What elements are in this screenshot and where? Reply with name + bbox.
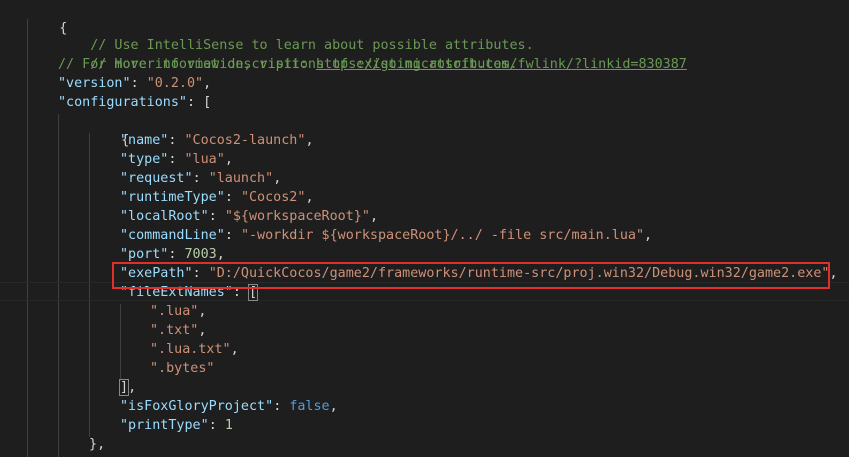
code-line[interactable]: "printType": 1 — [120, 416, 233, 435]
comma: , — [644, 228, 653, 243]
json-key: "configurations" — [58, 95, 187, 110]
json-string-value: "${workspaceRoot}" — [224, 209, 370, 224]
exe-path-highlight-box — [112, 262, 830, 289]
comment-link[interactable]: https://go.microsoft.com/fwlink/?linkid=… — [316, 57, 687, 72]
json-string-value: ".lua" — [150, 304, 199, 319]
code-line[interactable]: ], — [118, 378, 137, 397]
colon: : — [130, 76, 147, 91]
code-line[interactable]: { — [89, 112, 129, 148]
code-line[interactable]: "configurations": [ — [58, 93, 211, 112]
comma: , — [97, 437, 106, 452]
object-close-brace: } — [89, 437, 98, 452]
json-string-value: "launch" — [208, 171, 274, 186]
code-line[interactable]: "commandLine": "-workdir ${workspaceRoot… — [120, 226, 652, 245]
json-key: "isFoxGloryProject" — [120, 399, 274, 414]
code-editor[interactable]: { // Use IntelliSense to learn about pos… — [0, 0, 849, 457]
comma: , — [305, 190, 314, 205]
code-line[interactable]: "request": "launch", — [120, 169, 281, 188]
json-key: "runtimeType" — [120, 190, 225, 205]
close-bracket: ] — [118, 379, 130, 396]
json-string-value: "lua" — [184, 152, 225, 167]
code-line[interactable]: // Use IntelliSense to learn about possi… — [58, 17, 533, 53]
code-line[interactable]: "type": "lua", — [120, 150, 233, 169]
json-string-value: ".lua.txt" — [150, 342, 231, 357]
json-number-value: 7003 — [184, 247, 217, 262]
json-string-value: ".bytes" — [150, 361, 215, 376]
code-line[interactable]: ".lua.txt", — [150, 340, 239, 359]
code-line[interactable]: // Hover to view descriptions of existin… — [58, 36, 517, 72]
json-key: "type" — [120, 152, 169, 167]
comma: , — [198, 304, 207, 319]
json-key: "port" — [120, 247, 169, 262]
colon: : — [187, 95, 204, 110]
code-line[interactable]: "version": "0.2.0", — [58, 74, 211, 93]
colon: : — [168, 133, 185, 148]
code-line[interactable]: }, — [89, 435, 105, 454]
colon: : — [273, 399, 290, 414]
code-line[interactable]: ".txt", — [150, 321, 206, 340]
comma: , — [224, 152, 233, 167]
comment-text: // For more information, visit: — [58, 57, 316, 72]
colon: : — [168, 152, 185, 167]
json-string-value: "Cocos2-launch" — [184, 133, 306, 148]
json-string-value: ".txt" — [150, 323, 199, 338]
colon: : — [208, 209, 225, 224]
colon: : — [208, 418, 225, 433]
colon: : — [168, 247, 185, 262]
code-line[interactable]: "localRoot": "${workspaceRoot}", — [120, 207, 378, 226]
colon: : — [224, 228, 241, 243]
colon: : — [192, 171, 209, 186]
indent-guide — [120, 304, 121, 380]
comma: , — [216, 247, 225, 262]
comma: , — [198, 323, 207, 338]
json-key: "name" — [120, 133, 169, 148]
code-line[interactable]: "runtimeType": "Cocos2", — [120, 188, 314, 207]
open-bracket: [ — [203, 95, 212, 110]
json-key: "version" — [58, 76, 131, 91]
json-string-value: "0.2.0" — [146, 76, 204, 91]
json-key: "commandLine" — [120, 228, 225, 243]
comma: , — [128, 380, 137, 395]
comma: , — [305, 133, 314, 148]
code-line[interactable]: ".lua", — [150, 302, 206, 321]
json-key: "localRoot" — [120, 209, 209, 224]
comma: , — [369, 209, 378, 224]
indent-guide — [27, 19, 28, 457]
code-line[interactable]: // For more information, visit: https://… — [58, 55, 687, 74]
json-boolean-value: false — [289, 399, 330, 414]
comma: , — [829, 266, 838, 281]
code-line[interactable]: "isFoxGloryProject": false, — [120, 397, 338, 416]
json-string-value: "-workdir ${workspaceRoot}/../ -file src… — [240, 228, 645, 243]
comma: , — [203, 76, 212, 91]
code-line[interactable]: "name": "Cocos2-launch", — [120, 131, 314, 150]
json-number-value: 1 — [224, 418, 233, 433]
json-key: "printType" — [120, 418, 209, 433]
json-string-value: "Cocos2" — [240, 190, 306, 205]
colon: : — [224, 190, 241, 205]
comma: , — [273, 171, 282, 186]
comma: , — [329, 399, 338, 414]
json-key: "request" — [120, 171, 193, 186]
code-line[interactable]: ".bytes" — [150, 359, 215, 378]
comma: , — [230, 342, 239, 357]
